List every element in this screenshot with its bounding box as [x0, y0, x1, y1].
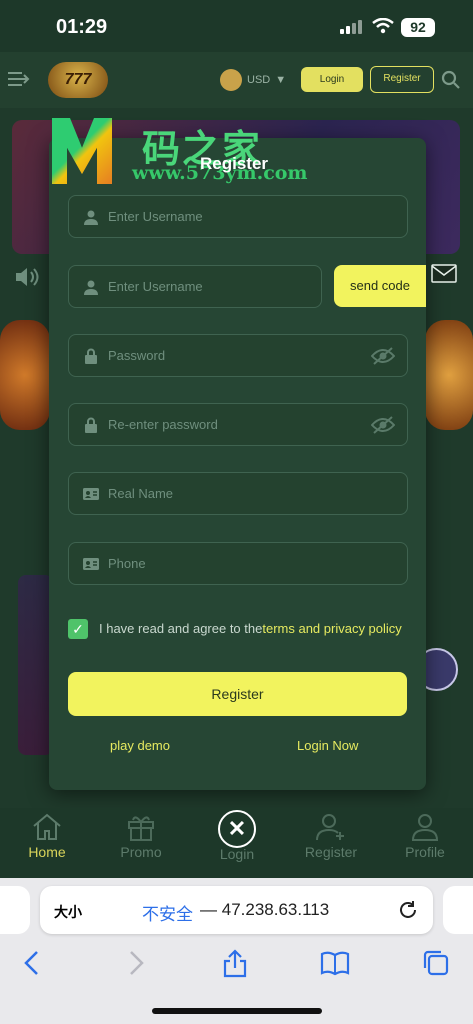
url-separator: —	[200, 900, 217, 919]
status-time: 01:29	[56, 16, 108, 38]
send-code-button[interactable]: send code	[334, 265, 426, 307]
currency-label: USD	[247, 74, 271, 86]
phone-input[interactable]	[108, 543, 368, 584]
close-modal-icon[interactable]: ✕	[218, 810, 256, 848]
username-verify-input[interactable]	[108, 266, 308, 307]
nav-profile-label: Profile	[405, 844, 445, 860]
tabs-icon[interactable]	[421, 948, 451, 978]
search-icon[interactable]	[441, 70, 461, 90]
profile-icon	[411, 814, 439, 841]
nav-promo[interactable]: Promo	[101, 812, 181, 860]
add-user-icon	[316, 814, 344, 841]
password-field[interactable]	[68, 334, 408, 377]
forward-icon[interactable]	[120, 948, 150, 978]
signal-icon	[340, 20, 364, 34]
id-card-icon	[83, 558, 99, 570]
wifi-icon	[372, 18, 394, 34]
user-icon	[84, 210, 98, 225]
id-card-icon	[83, 488, 99, 500]
mascot-image-right	[425, 320, 473, 430]
password-input[interactable]	[108, 335, 368, 376]
terms-link[interactable]: terms and privacy policy	[262, 621, 401, 636]
eye-off-icon[interactable]	[371, 346, 395, 366]
battery-icon: 92	[401, 18, 435, 37]
url-text: — 47.238.63.113	[200, 900, 329, 920]
speaker-icon[interactable]	[14, 266, 40, 288]
nav-register[interactable]: Register	[291, 812, 371, 860]
mail-icon[interactable]	[431, 262, 457, 284]
nav-login[interactable]: Login	[197, 846, 277, 862]
insecure-label: 不安全	[142, 905, 193, 924]
url-host: 47.238.63.113	[221, 900, 330, 919]
play-demo-link[interactable]: play demo	[110, 738, 170, 753]
confirm-password-input[interactable]	[108, 404, 368, 445]
menu-icon[interactable]	[6, 70, 30, 88]
username-verify-field[interactable]	[68, 265, 322, 308]
nav-home-label: Home	[28, 844, 66, 860]
agreement-label: I have read and agree to the	[99, 621, 263, 636]
previous-tab[interactable]	[0, 886, 30, 934]
nav-register-label: Register	[304, 844, 358, 860]
confirm-password-field[interactable]	[68, 403, 408, 446]
home-indicator	[152, 1008, 322, 1014]
chevron-down-icon: ▼	[275, 74, 287, 86]
home-icon	[33, 813, 61, 840]
phone-field[interactable]	[68, 542, 408, 585]
nav-login-label: Login	[219, 846, 255, 862]
nav-promo-label: Promo	[120, 844, 162, 860]
coin-icon	[220, 69, 242, 91]
eye-off-icon[interactable]	[371, 415, 395, 435]
mascot-image-left	[0, 320, 50, 430]
nav-home[interactable]: Home	[7, 812, 87, 860]
login-now-link[interactable]: Login Now	[297, 738, 358, 753]
real-name-input[interactable]	[108, 473, 368, 514]
header-register-button[interactable]: Register	[370, 66, 434, 93]
header-login-button[interactable]: Login	[301, 67, 363, 92]
back-icon[interactable]	[18, 948, 48, 978]
register-button[interactable]: Register	[68, 672, 407, 716]
username-field[interactable]	[68, 195, 408, 238]
lock-icon	[85, 348, 97, 364]
nav-profile[interactable]: Profile	[385, 812, 465, 860]
game-card[interactable]	[18, 575, 53, 755]
text-size-button[interactable]: 大小	[54, 902, 82, 922]
reload-icon[interactable]	[397, 899, 419, 921]
agreement-text: I have read and agree to theterms and pr…	[68, 618, 408, 639]
lock-icon	[85, 417, 97, 433]
next-tab[interactable]	[443, 886, 473, 934]
gift-icon	[128, 816, 154, 841]
watermark-logo	[52, 118, 112, 184]
username-input[interactable]	[108, 196, 368, 237]
modal-title: Register	[200, 154, 269, 173]
real-name-field[interactable]	[68, 472, 408, 515]
user-icon	[84, 280, 98, 295]
share-icon[interactable]	[220, 948, 250, 978]
bookmarks-icon[interactable]	[320, 948, 350, 978]
agree-checkbox[interactable]: ✓	[68, 619, 88, 639]
currency-selector[interactable]: USD ▼	[220, 68, 286, 92]
brand-logo[interactable]: 777	[48, 62, 108, 98]
